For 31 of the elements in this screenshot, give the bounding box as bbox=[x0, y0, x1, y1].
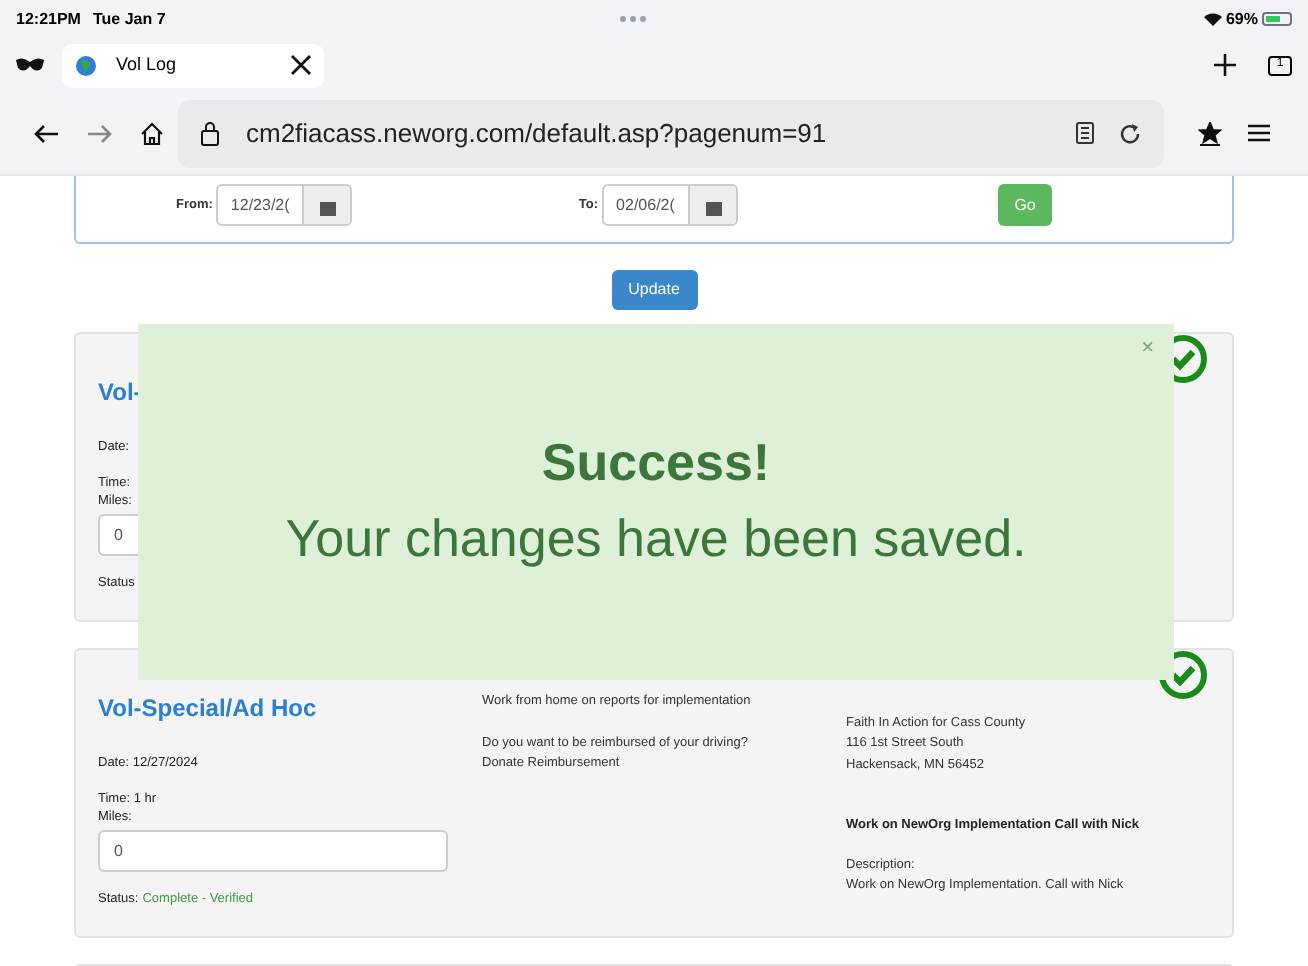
alert-heading: Success! bbox=[541, 430, 771, 494]
entry-title[interactable]: Vol- bbox=[98, 376, 142, 410]
reader-icon[interactable] bbox=[1076, 122, 1094, 144]
miles-field[interactable]: 0 bbox=[98, 830, 448, 872]
bookmark-star-icon[interactable] bbox=[1198, 121, 1222, 145]
globe-icon bbox=[74, 53, 98, 77]
clock-time: 12:21PM bbox=[16, 7, 81, 31]
date-field[interactable]: 02/06/2( bbox=[602, 184, 739, 226]
alert-message: Your changes have been saved. bbox=[285, 506, 1027, 570]
calendar-icon bbox=[319, 199, 336, 215]
calendar-icon bbox=[705, 199, 722, 215]
wifi-icon bbox=[1203, 12, 1222, 26]
entry-title[interactable]: Vol-Special/Ad Hoc bbox=[98, 692, 317, 726]
close-icon[interactable] bbox=[290, 54, 312, 76]
home-icon[interactable] bbox=[140, 121, 164, 145]
battery-percent: 69% bbox=[1225, 7, 1258, 31]
calendar-button[interactable] bbox=[302, 186, 351, 224]
forward-arrow-icon[interactable] bbox=[88, 123, 112, 143]
plus-icon[interactable] bbox=[1214, 54, 1236, 76]
date-text: Tue Jan 7 bbox=[92, 7, 166, 31]
back-arrow-icon[interactable] bbox=[34, 123, 58, 143]
update-button[interactable]: Update bbox=[611, 270, 697, 310]
mask-icon[interactable] bbox=[16, 58, 44, 72]
more-dots-icon bbox=[619, 16, 646, 22]
lock-icon bbox=[200, 120, 220, 146]
calendar-button[interactable] bbox=[688, 186, 737, 224]
address-bar[interactable]: cm2fiacass.neworg.com/default.asp?pagenum=91 bbox=[178, 99, 1164, 167]
date-field[interactable]: 12/23/2( bbox=[216, 184, 353, 226]
menu-icon[interactable] bbox=[1248, 124, 1270, 142]
browser-tab[interactable]: Vol Log bbox=[62, 43, 324, 87]
reload-icon[interactable] bbox=[1118, 121, 1142, 145]
